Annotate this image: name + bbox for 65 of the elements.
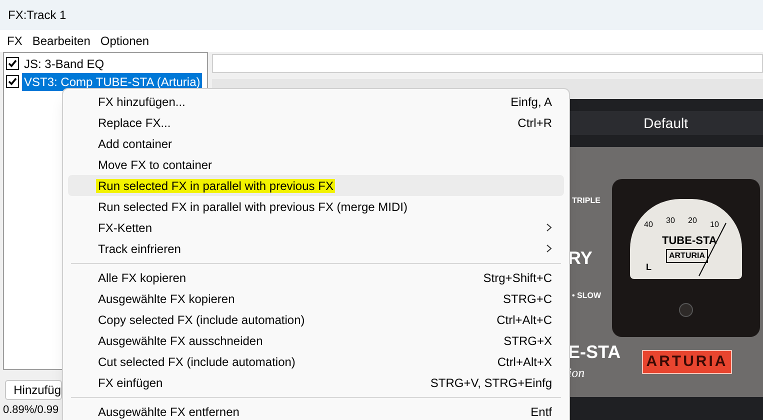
checkbox[interactable] bbox=[6, 75, 19, 88]
context-menu-item[interactable]: FX-Ketten bbox=[68, 217, 564, 238]
context-menu-item[interactable]: Copy selected FX (include automation) Ctrl+Alt+C bbox=[68, 309, 564, 330]
menu-item[interactable]: FX bbox=[2, 32, 28, 50]
context-menu-item[interactable]: Ausgewählte FX ausschneiden STRG+X bbox=[68, 330, 564, 351]
cpu-usage-text: 0.89%/0.99 bbox=[3, 402, 59, 418]
context-menu-item[interactable]: FX hinzufügen... Einfg, A bbox=[68, 91, 564, 112]
context-menu-item[interactable]: Ausgewählte FX entfernen Entf bbox=[68, 401, 564, 420]
checkbox[interactable] bbox=[6, 57, 19, 70]
menu-item[interactable]: Bearbeiten bbox=[27, 32, 96, 50]
shortcut-text: Einfg, A bbox=[510, 94, 552, 110]
panel-label: TRIPLE bbox=[572, 195, 600, 207]
shortcut-text: Strg+Shift+C bbox=[483, 270, 552, 286]
meter-scale-number: 20 bbox=[688, 215, 697, 227]
menu-item-label: Ausgewählte FX ausschneiden bbox=[98, 332, 264, 350]
meter-scale-number: 30 bbox=[666, 215, 675, 227]
input-field[interactable] bbox=[212, 54, 763, 73]
menu-item-label: Copy selected FX (include automation) bbox=[98, 312, 306, 328]
menu-item-label: Add container bbox=[98, 136, 174, 152]
shortcut-text: Ctrl+Alt+C bbox=[496, 312, 552, 328]
context-menu-item[interactable]: Cut selected FX (include automation) Ctrl+Alt+X bbox=[68, 351, 564, 372]
fx-list-item[interactable]: JS: 3-Band EQ bbox=[22, 54, 106, 72]
context-menu-item[interactable]: Add container bbox=[68, 133, 564, 154]
fx-list-item[interactable]: VST3: Comp TUBE-STA (Arturia) bbox=[22, 72, 202, 90]
panel-label: • SLOW bbox=[572, 290, 602, 302]
menu-item-label: FX hinzufügen... bbox=[98, 94, 186, 110]
menu-item-label: Track einfrieren bbox=[98, 240, 182, 258]
menu-item[interactable]: Optionen bbox=[95, 32, 154, 50]
shortcut-text: Ctrl+Alt+X bbox=[497, 354, 552, 370]
menu-item-label: Cut selected FX (include automation) bbox=[98, 354, 296, 370]
menu-item-label: Ausgewählte FX entfernen bbox=[98, 404, 240, 420]
shortcut-text: Entf bbox=[530, 404, 552, 420]
preset-name: Default bbox=[644, 114, 688, 132]
context-menu-item[interactable]: Ausgewählte FX kopieren STRG+C bbox=[68, 288, 564, 309]
panel-label: E-STA bbox=[568, 341, 621, 364]
channel-label: L bbox=[646, 261, 652, 274]
menu-item-label: Ausgewählte FX kopieren bbox=[98, 290, 236, 308]
shortcut-text: Ctrl+R bbox=[518, 114, 552, 132]
menu-item-label: FX einfügen bbox=[98, 374, 164, 392]
context-menu-item[interactable]: Run selected FX in parallel with previous FX bbox=[68, 175, 564, 196]
shortcut-text: STRG+X bbox=[504, 332, 552, 350]
meter-scale-number: 40 bbox=[644, 219, 653, 231]
menu-item-label: FX-Ketten bbox=[98, 220, 154, 236]
menu-item-label: Move FX to container bbox=[98, 156, 214, 174]
context-menu-item[interactable]: Move FX to container bbox=[68, 154, 564, 175]
context-menu-item[interactable]: FX einfügen STRG+V, STRG+Einfg bbox=[68, 372, 564, 393]
shortcut-text: STRG+C bbox=[502, 290, 552, 308]
menu-item-label: Run selected FX in parallel with previous FX (merge MIDI) bbox=[98, 198, 408, 216]
window-title: FX:Track 1 bbox=[8, 7, 66, 24]
adjust-screw-icon bbox=[679, 303, 693, 317]
menu-item-label: Run selected FX in parallel with previous FX bbox=[98, 178, 336, 194]
context-menu-item[interactable]: Replace FX... Ctrl+R bbox=[68, 112, 564, 133]
context-menu-item[interactable]: Run selected FX in parallel with previous FX (merge MIDI) bbox=[68, 196, 564, 217]
meter-scale-number: 10 bbox=[710, 219, 719, 231]
context-menu-item[interactable]: Track einfrieren bbox=[68, 238, 564, 259]
chevron-right-icon bbox=[546, 223, 552, 232]
shortcut-text: STRG+V, STRG+Einfg bbox=[430, 374, 552, 392]
meter-label: TUBE-STA bbox=[662, 234, 717, 249]
add-button[interactable]: Hinzufüg bbox=[5, 380, 62, 400]
context-menu-item[interactable]: Alle FX kopieren Strg+Shift+C bbox=[68, 267, 564, 288]
brand-badge: ARTURIA bbox=[642, 350, 732, 374]
menu-item-label: Replace FX... bbox=[98, 114, 172, 132]
menu-item-label: Alle FX kopieren bbox=[98, 270, 188, 286]
chevron-right-icon bbox=[546, 244, 552, 253]
meter-brand: ARTURIA bbox=[666, 249, 708, 263]
